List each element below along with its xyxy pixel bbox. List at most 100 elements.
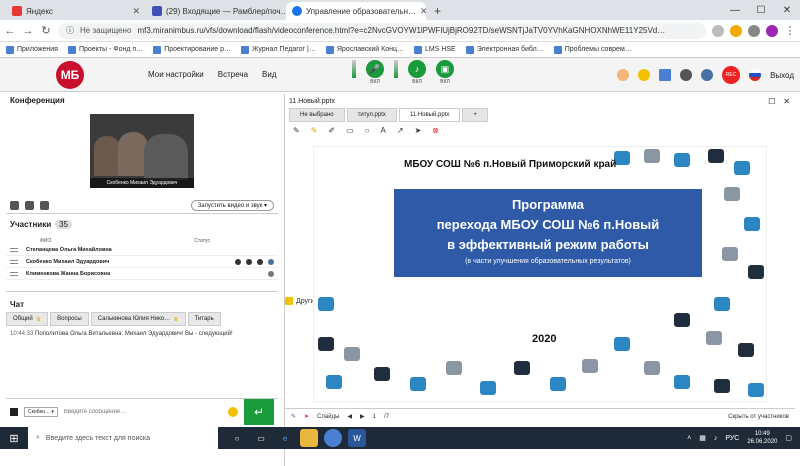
bookmark-item[interactable]: LMS HSE — [413, 45, 456, 54]
menu-meeting[interactable]: Встреча — [218, 70, 248, 79]
chrome-icon[interactable] — [324, 429, 342, 447]
mic-level-bar[interactable] — [394, 60, 398, 78]
menu-icon[interactable]: ⋮ — [784, 24, 796, 37]
menu-settings[interactable]: Мои настройки — [148, 70, 204, 79]
user-icon[interactable] — [268, 270, 274, 277]
emoji-icon[interactable] — [228, 406, 238, 417]
tab-yandex[interactable]: Яндекс ✕ — [6, 2, 146, 20]
slides-label[interactable]: Слайды — [317, 414, 339, 420]
user-icon[interactable] — [701, 69, 714, 81]
network-icon[interactable]: ▦ — [699, 434, 706, 442]
drag-handle-icon[interactable] — [10, 271, 18, 276]
notifications-icon[interactable]: ▢ — [785, 434, 792, 442]
volume-icon[interactable] — [10, 200, 19, 210]
edge-icon[interactable]: e — [276, 429, 294, 447]
chat-tab-private[interactable]: Титарь — [187, 312, 221, 326]
record-button[interactable]: REC — [722, 66, 741, 84]
pointer-tool-icon[interactable]: ➤ — [304, 413, 309, 420]
add-doc-tab[interactable]: + — [462, 108, 488, 122]
close-window-icon[interactable]: ✕ — [774, 0, 800, 20]
recipient-select[interactable]: Скобен… ▾ — [24, 406, 58, 417]
explorer-icon[interactable] — [300, 429, 318, 447]
pen-icon[interactable]: ✎ — [293, 126, 300, 135]
participant-row[interactable]: Степанцева Ольга Михайловна — [6, 244, 278, 256]
video-feed[interactable]: Скобенко Михаил Эдуардович — [90, 114, 194, 188]
participant-row[interactable]: Клименкова Жанна Борисовна — [6, 268, 278, 280]
color-picker-icon[interactable] — [10, 407, 18, 416]
chat-tab-questions[interactable]: Вопросы — [50, 312, 89, 326]
tab-videoconference[interactable]: Управление образовательн… ✕ — [286, 2, 426, 20]
speaker-control[interactable]: ♪ ВКЛ — [408, 60, 426, 85]
slide-canvas[interactable]: МБОУ СОШ №6 п.Новый Приморский край Прог… — [313, 146, 767, 402]
clear-icon[interactable]: ⊗ — [432, 126, 439, 135]
task-view-icon[interactable]: ▭ — [252, 429, 270, 447]
url-field[interactable]: ⓘ Не защищено mf3.miranimbus.ru/vfs/down… — [58, 22, 706, 39]
language-indicator[interactable]: РУС — [725, 435, 739, 442]
new-tab-button[interactable]: + — [426, 2, 449, 20]
star-icon[interactable] — [712, 24, 724, 37]
microphone-control[interactable]: 🎤 ВКЛ — [366, 60, 384, 85]
bookmark-item[interactable]: Ярославский Конц… — [325, 45, 404, 54]
layout-icon[interactable] — [40, 200, 49, 210]
rectangle-icon[interactable]: ▭ — [346, 126, 354, 135]
maximize-icon[interactable]: ☐ — [748, 0, 774, 20]
language-flag-icon[interactable] — [749, 69, 762, 81]
hand-icon[interactable] — [617, 69, 630, 81]
doc-tab-active[interactable]: 11.Новый.pptx — [398, 108, 461, 122]
bookmark-item[interactable]: Проблемы соврем… — [553, 45, 632, 54]
arrow-icon[interactable]: ↗ — [397, 126, 404, 135]
drag-handle-icon[interactable] — [10, 247, 18, 252]
user-icon[interactable] — [268, 258, 274, 265]
doc-tab[interactable]: Не выбрано — [289, 108, 345, 122]
bookmark-item[interactable]: Журнал Педагог |… — [240, 45, 316, 54]
chat-tab-private[interactable]: Салькинова Юлия Нико… ♛ — [90, 312, 186, 326]
chat-input[interactable] — [63, 408, 222, 415]
hide-from-participants[interactable]: Скрыть от участников — [728, 414, 789, 420]
start-video-button[interactable]: Запустить видео и звук ▾ — [190, 199, 274, 211]
close-icon[interactable]: ✕ — [783, 97, 790, 106]
extension-icon[interactable] — [730, 24, 742, 37]
camera-icon[interactable] — [257, 258, 263, 265]
microphone-icon[interactable] — [235, 258, 241, 265]
puzzle-icon[interactable] — [748, 24, 760, 37]
users-icon[interactable] — [25, 200, 34, 210]
marker-icon[interactable]: ✎ — [311, 126, 318, 135]
drag-handle-icon[interactable] — [10, 259, 18, 264]
cortana-icon[interactable]: ○ — [228, 429, 246, 447]
doc-tab[interactable]: титул.pptx — [346, 108, 397, 122]
chat-tab-general[interactable]: Общий ♛ — [6, 312, 49, 326]
volume-bar[interactable] — [352, 60, 356, 78]
forward-icon[interactable]: → — [22, 25, 34, 37]
page-number[interactable]: 1 — [373, 414, 376, 420]
pen-tool-icon[interactable]: ✎ — [291, 413, 296, 420]
highlighter-icon[interactable]: ✐ — [328, 126, 335, 135]
back-icon[interactable]: ← — [4, 25, 16, 37]
stats-icon[interactable] — [659, 69, 672, 81]
prev-slide-icon[interactable]: ◀ — [347, 413, 352, 420]
minimize-icon[interactable]: — — [722, 0, 748, 20]
tab-mail[interactable]: (29) Входящие — Рамблер/поч… ✕ — [146, 2, 286, 20]
pointer-icon[interactable]: ➤ — [415, 126, 422, 135]
reload-icon[interactable]: ↻ — [40, 24, 52, 37]
camera-control[interactable]: ▣ ВКЛ — [436, 60, 454, 85]
maximize-icon[interactable]: ☐ — [768, 97, 775, 106]
volume-icon[interactable]: ♪ — [714, 435, 718, 442]
text-icon[interactable]: A — [381, 126, 386, 135]
speaker-icon[interactable] — [246, 258, 252, 265]
windows-start-icon[interactable]: ⊞ — [0, 427, 28, 449]
bookmark-item[interactable]: Проектирование р… — [153, 45, 231, 54]
next-slide-icon[interactable]: ▶ — [360, 413, 365, 420]
clock[interactable]: 10:49 26.06.2020 — [747, 430, 777, 446]
word-icon[interactable]: W — [348, 429, 366, 447]
circle-icon[interactable]: ○ — [365, 126, 370, 135]
emoji-icon[interactable] — [638, 69, 651, 81]
send-button[interactable]: ↵ — [244, 398, 274, 425]
taskbar-search[interactable]: ⌕ Введите здесь текст для поиска — [28, 427, 218, 449]
exit-button[interactable]: Выход — [770, 71, 794, 80]
profile-icon[interactable] — [766, 24, 778, 37]
network-icon[interactable] — [680, 69, 693, 81]
menu-view[interactable]: Вид — [262, 70, 276, 79]
bookmark-item[interactable]: Электронная библ… — [465, 45, 544, 54]
bookmark-item[interactable]: Приложения — [6, 45, 58, 54]
chevron-up-icon[interactable]: ˄ — [687, 435, 691, 442]
